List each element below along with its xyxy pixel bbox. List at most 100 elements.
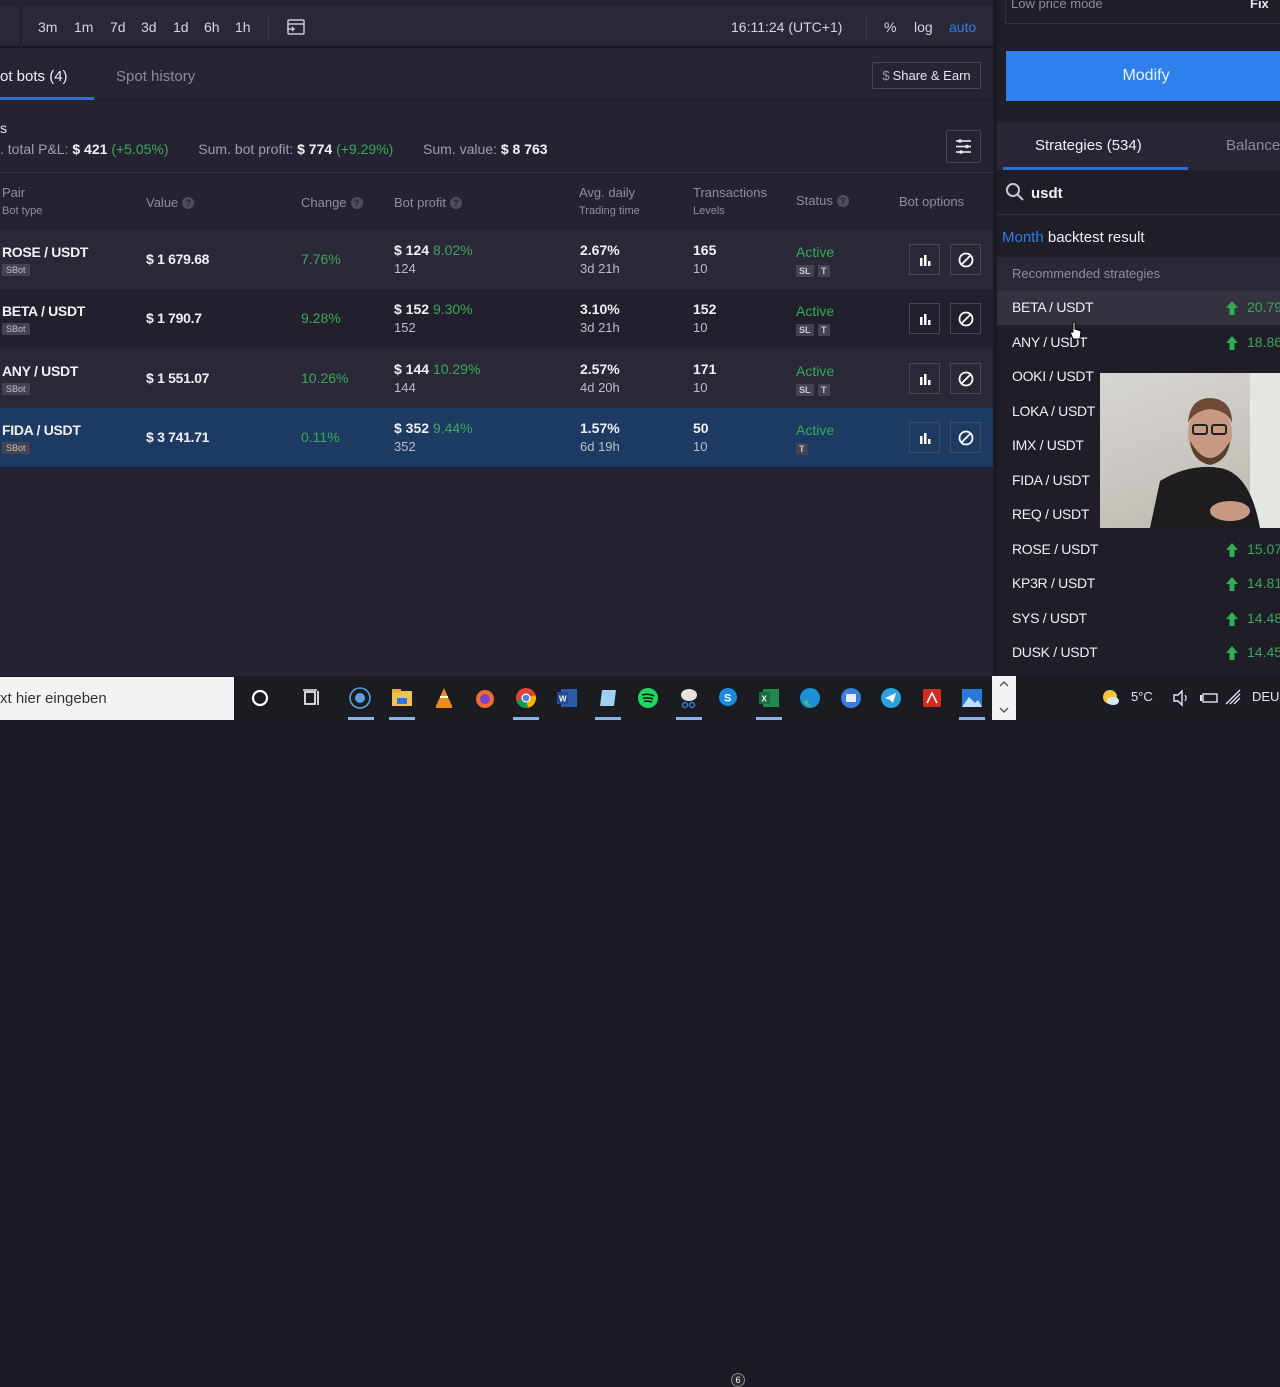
help-icon[interactable]: ? [450,197,463,209]
pair[interactable]: FIDA / USDT [2,422,81,438]
stop-bot-button[interactable] [950,422,981,453]
tab-spot-bots[interactable]: ot bots (4) [0,68,68,85]
pair[interactable]: ANY / USDT [2,363,78,379]
photos-icon[interactable] [960,686,984,710]
transactions: 165 [693,242,717,258]
timeframe-7d[interactable]: 7d [110,19,126,35]
pair[interactable]: ROSE / USDT [2,244,88,260]
col-header-bot-profit[interactable]: Bot profit? [394,195,463,210]
help-icon[interactable]: ? [350,197,363,209]
status-badge: Active [796,363,835,379]
firefox-icon[interactable] [473,686,497,710]
help-icon[interactable]: ? [836,195,849,207]
stop-bot-button[interactable] [950,303,981,334]
skype-badge: 6 [731,1373,745,1387]
chrome-icon[interactable] [514,686,538,710]
date-range-icon[interactable] [286,18,306,36]
arrow-up-icon [1226,542,1238,557]
col-header-value[interactable]: Value? [146,195,195,210]
value: $ 1 790.7 [146,310,202,326]
percent-scale-toggle[interactable]: % [884,19,896,35]
excel-icon[interactable]: X [757,686,781,710]
strategy-item[interactable]: BETA / USDT 20.79 [997,291,1280,325]
col-header-status[interactable]: Status? [796,193,849,208]
strategy-item[interactable]: ROSE / USDT 15.07 [997,533,1280,567]
strategy-item[interactable]: DUSK / USDT 14.45 [997,636,1280,670]
change: 10.26% [301,370,349,386]
recommended-label: Recommended strategies [1012,266,1161,281]
snipping-tool-icon[interactable] [677,686,701,710]
backtest-period-selector[interactable]: Month [1002,229,1044,246]
share-earn-button[interactable]: $ Share & Earn [872,62,981,89]
input-language[interactable]: DEU [1252,689,1279,704]
divider [20,6,22,48]
table-row-selected[interactable]: FIDA / USDT SBot $ 3 741.71 0.11% $ 352 … [0,408,993,467]
timeframe-3m[interactable]: 3m [38,19,57,35]
col-header-pair[interactable]: Pair Bot type [2,185,42,217]
pnl-label: . total P&L: [0,141,69,157]
statistics-button[interactable] [909,363,940,394]
statistics-button[interactable] [909,303,940,334]
mail-app-icon[interactable] [839,686,863,710]
strategy-item[interactable]: KP3R / USDT 14.81 [997,567,1280,601]
spotify-icon[interactable] [636,686,660,710]
edge-icon[interactable] [798,686,822,710]
cortana-icon[interactable] [248,686,272,710]
word-icon[interactable]: W [555,686,579,710]
skype-icon[interactable]: S [717,686,741,710]
acrobat-icon[interactable] [920,686,944,710]
log-scale-toggle[interactable]: log [914,19,933,35]
battery-icon[interactable] [1197,686,1221,710]
timeframe-3d[interactable]: 3d [141,19,157,35]
trailing-tag: T [818,324,830,336]
col-header-change[interactable]: Change? [301,195,363,210]
tab-balance[interactable]: Balance [1226,137,1280,154]
bot-profit-sub: 352 [394,439,416,454]
notepad-icon[interactable] [596,686,620,710]
media-app-icon[interactable] [348,686,372,710]
stop-bot-button[interactable] [950,244,981,275]
strategy-pair: LOKA / USDT [1012,402,1096,419]
col-header-avg-daily[interactable]: Avg. daily Trading time [579,185,640,217]
timeframe-1h[interactable]: 1h [235,19,251,35]
bar-chart-icon [920,374,931,385]
strategy-item[interactable]: SYS / USDT 14.48 [997,602,1280,636]
col-bot-profit-label: Bot profit [394,195,447,210]
weather-icon[interactable] [1099,686,1123,710]
task-view-icon[interactable] [300,686,324,710]
tab-spot-history[interactable]: Spot history [116,68,195,85]
transactions: 50 [693,420,709,436]
strategy-pair: OOKI / USDT [1012,368,1094,384]
statistics-button[interactable] [909,422,940,453]
vlc-icon[interactable] [432,686,456,710]
col-header-transactions[interactable]: Transactions Levels [693,185,767,217]
cancel-icon [958,430,974,446]
timeframe-1m[interactable]: 1m [74,19,93,35]
tab-strategies[interactable]: Strategies (534) [1035,137,1142,154]
telegram-icon[interactable] [879,686,903,710]
table-row[interactable]: BETA / USDT SBot $ 1 790.7 9.28% $ 152 9… [0,289,993,348]
modify-button[interactable]: Modify [1006,51,1280,101]
col-levels-label: Levels [693,205,725,217]
volume-icon[interactable] [1169,686,1193,710]
file-explorer-icon[interactable] [390,686,414,710]
backtest-header: Month backtest result [1002,229,1145,246]
table-row[interactable]: ANY / USDT SBot $ 1 551.07 10.26% $ 144 … [0,349,993,408]
taskbar-search-box[interactable]: xt hier eingeben [0,677,234,720]
wifi-icon[interactable] [1222,686,1246,710]
strategy-item[interactable]: ANY / USDT 18.86 [997,326,1280,360]
bot-type-badge: SBot [2,442,30,454]
statistics-button[interactable] [909,244,940,275]
strategy-pair: KP3R / USDT [1012,575,1096,591]
timeframe-6h[interactable]: 6h [204,19,220,35]
stop-bot-button[interactable] [950,363,981,394]
strategy-search-input[interactable] [1031,180,1271,206]
auto-scale-toggle[interactable]: auto [949,19,976,35]
bot-profit-label: Sum. bot profit: [198,141,294,157]
table-row[interactable]: ROSE / USDT SBot $ 1 679.68 7.76% $ 124 … [0,230,993,289]
pair[interactable]: BETA / USDT [2,303,85,319]
timeframe-1d[interactable]: 1d [173,19,189,35]
help-icon[interactable]: ? [182,197,195,209]
taskbar-scroll-buttons[interactable] [992,676,1016,720]
filter-settings-button[interactable] [946,130,981,163]
